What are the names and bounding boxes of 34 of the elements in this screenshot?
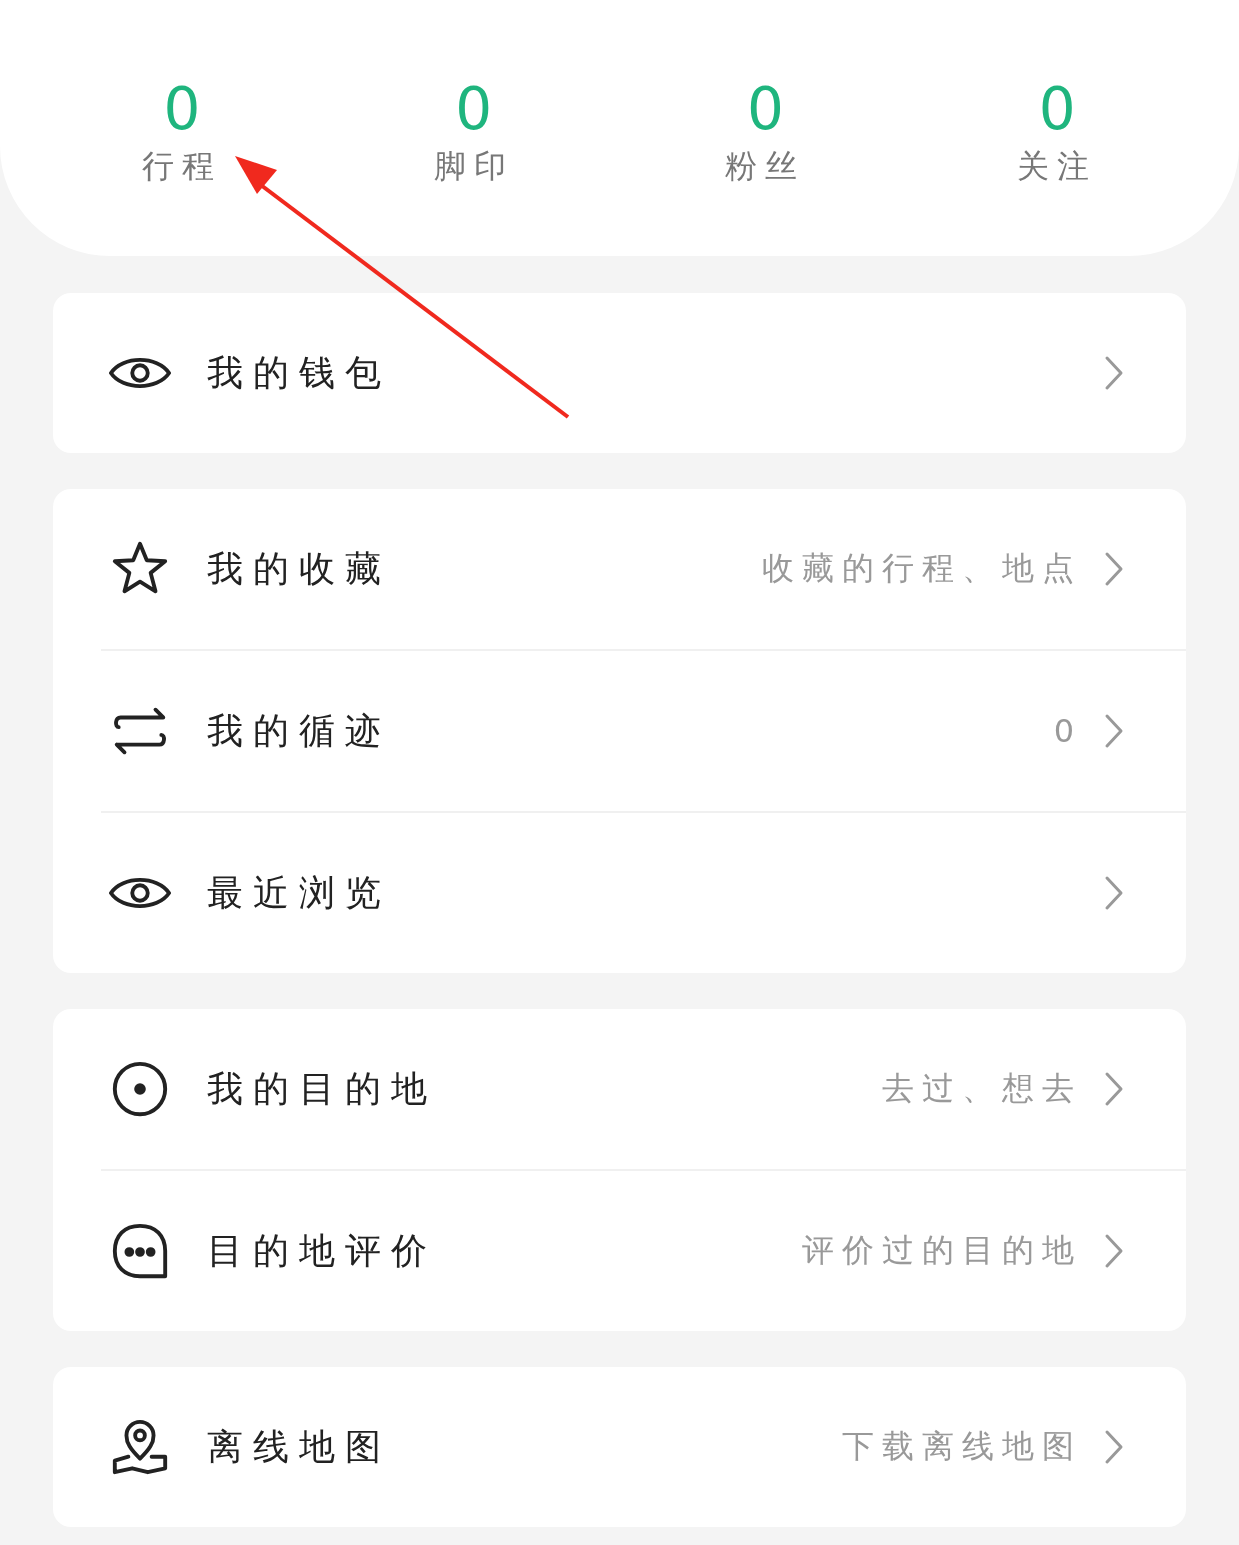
stat-label[interactable]: 关注	[1017, 144, 1098, 188]
chevron-right-icon	[1104, 551, 1124, 587]
menu-hint: 评价过的目的地	[802, 1230, 1082, 1271]
stat-count[interactable]: 0	[1038, 74, 1076, 144]
chevron-right-icon	[1104, 1071, 1124, 1107]
menu-item[interactable]: 目的地评价 评价过的目的地	[53, 1171, 1186, 1331]
menu-item[interactable]: 最近浏览	[53, 813, 1186, 973]
menu-label: 我的钱包	[207, 350, 391, 395]
stat-count[interactable]: 0	[455, 74, 493, 144]
stat-label[interactable]: 粉丝	[725, 144, 806, 188]
stat-label[interactable]: 脚印	[433, 144, 514, 188]
menu-label: 离线地图	[207, 1424, 391, 1469]
menu-hint: 收藏的行程、地点	[762, 548, 1082, 589]
menu-item[interactable]: 离线地图 下载离线地图	[53, 1367, 1186, 1527]
menu-item[interactable]: 我的收藏 收藏的行程、地点	[53, 489, 1186, 649]
chevron-right-icon	[1104, 713, 1124, 749]
stat-count[interactable]: 0	[163, 74, 201, 144]
menu-label: 最近浏览	[207, 870, 391, 915]
chevron-right-icon	[1104, 355, 1124, 391]
menu-hint: 去过、想去	[882, 1068, 1082, 1109]
stat-label[interactable]: 行程	[141, 144, 222, 188]
menu-label: 我的收藏	[207, 546, 391, 591]
menu-item[interactable]: 我的循迹 0	[53, 651, 1186, 811]
menu-item[interactable]: 我的目的地 去过、想去	[53, 1009, 1186, 1169]
menu-label: 我的目的地	[207, 1066, 437, 1111]
stat-count[interactable]: 0	[746, 74, 784, 144]
menu-label: 我的循迹	[207, 708, 391, 753]
chevron-right-icon	[1104, 1233, 1124, 1269]
menu-hint: 0	[1053, 712, 1082, 750]
menu-hint: 下载离线地图	[842, 1426, 1082, 1467]
chevron-right-icon	[1104, 875, 1124, 911]
menu-item[interactable]: 我的钱包	[53, 293, 1186, 453]
menu-label: 目的地评价	[207, 1228, 437, 1273]
chevron-right-icon	[1104, 1429, 1124, 1465]
